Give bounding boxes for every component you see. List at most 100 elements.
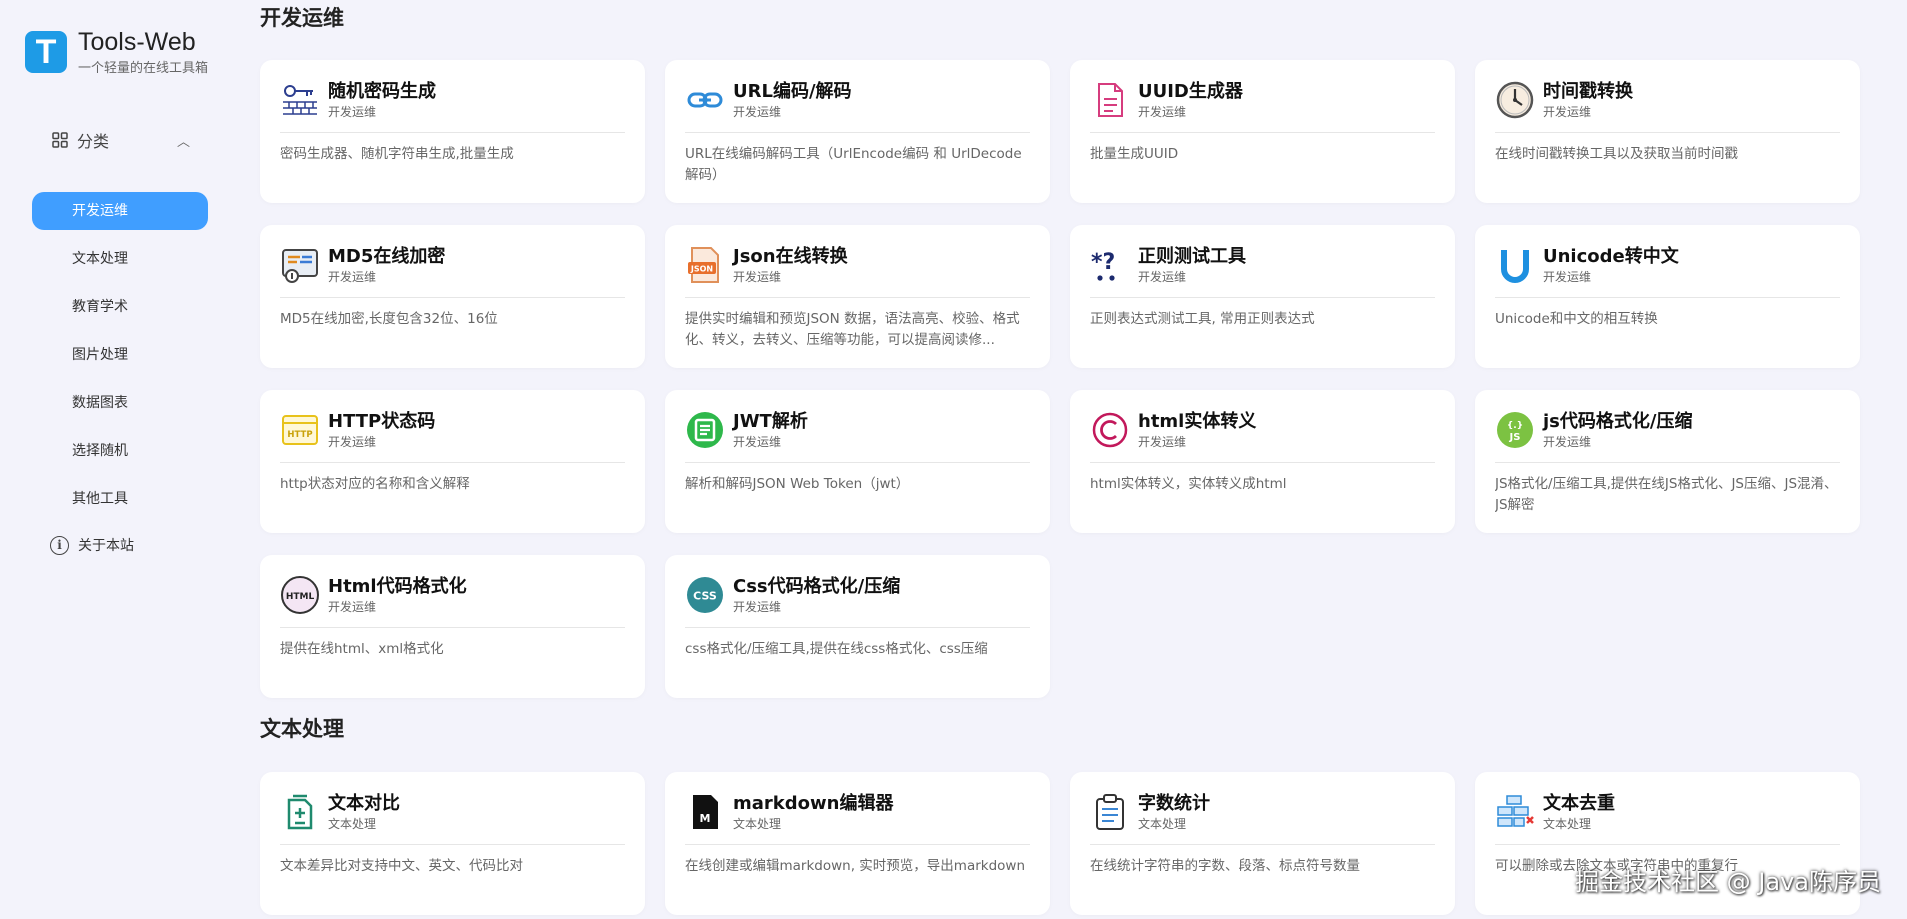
tool-card-header: Unicode转中文 开发运维 xyxy=(1495,245,1840,298)
tool-card-header: 时间戳转换 开发运维 xyxy=(1495,80,1840,133)
svg-text:{.}: {.} xyxy=(1507,421,1523,431)
markdown-icon: M xyxy=(685,792,725,832)
tool-name: URL编码/解码 xyxy=(733,81,852,102)
svg-text:CSS: CSS xyxy=(693,590,717,603)
encrypt-icon xyxy=(280,245,320,285)
app-subtitle: 一个轻量的在线工具箱 xyxy=(78,61,209,76)
about-label: 关于本站 xyxy=(78,538,134,554)
tool-name: 随机密码生成 xyxy=(328,81,436,102)
grid-icon xyxy=(52,132,68,148)
tool-category: 开发运维 xyxy=(733,270,782,284)
tool-category: 开发运维 xyxy=(1138,105,1187,119)
sidebar-item-charts[interactable]: 数据图表 xyxy=(32,384,208,422)
tool-name: 正则测试工具 xyxy=(1138,246,1246,267)
tool-description: http状态对应的名称和含义解释 xyxy=(280,476,470,492)
tool-card[interactable]: UUID生成器 开发运维 批量生成UUID xyxy=(1070,60,1455,203)
js-icon: {.} JS xyxy=(1495,410,1535,450)
tool-category: 开发运维 xyxy=(733,435,782,449)
sidebar-item-other[interactable]: 其他工具 xyxy=(32,480,208,518)
tool-description: 提供实时编辑和预览JSON 数据，语法高亮、校验、格式化、转义，去转义、压缩等功… xyxy=(685,311,1020,348)
tool-description: 在线时间戳转换工具以及获取当前时间戳 xyxy=(1495,146,1738,162)
diff-icon xyxy=(280,792,320,832)
clock-icon xyxy=(1495,80,1535,120)
tool-card-header: *? 正则测试工具开发运维 xyxy=(1090,245,1435,298)
tool-category: 开发运维 xyxy=(1138,270,1187,284)
tool-card[interactable]: *? 正则测试工具 开发运维 正则表达式测试工具, 常用正则表达式 xyxy=(1070,225,1455,368)
tool-category: 文本处理 xyxy=(733,817,782,831)
svg-text:M: M xyxy=(700,812,711,825)
tool-card[interactable]: URL编码/解码 开发运维 URL在线编码解码工具（UrlEncode编码 和 Ur… xyxy=(665,60,1050,203)
tool-card-header: URL编码/解码开发运维 xyxy=(685,80,1030,133)
tool-name: JWT解析 xyxy=(733,411,808,432)
tool-card-header: HTML Html代码格式化开发运维 xyxy=(280,575,625,628)
tool-card-header: HTTP HTTP状态码开发运维 xyxy=(280,410,625,463)
tool-card[interactable]: 时间戳转换 开发运维在线时间戳转换工具以及获取当前时间戳 xyxy=(1475,60,1860,203)
tool-name: Unicode转中文 xyxy=(1543,246,1679,267)
category-label: 分类 xyxy=(77,132,110,151)
sidebar-item-image[interactable]: 图片处理 xyxy=(32,336,208,374)
tool-name: MD5在线加密 xyxy=(328,246,446,267)
tool-category: 开发运维 xyxy=(1138,435,1187,449)
tool-card[interactable]: Mmarkdown编辑器 文本处理 在线创建或编辑markdown, 实时预览，导出… xyxy=(665,772,1050,915)
svg-text:HTML: HTML xyxy=(286,592,315,602)
tool-card[interactable]: html实体转义开发运维 html实体转义，实体转义成html xyxy=(1070,390,1455,533)
tool-category: 文本处理 xyxy=(328,817,377,831)
sidebar-item-text[interactable]: 文本处理 xyxy=(32,240,208,278)
tool-card-header: html实体转义开发运维 xyxy=(1090,410,1435,463)
tool-description: MD5在线加密,长度包含32位、16位 xyxy=(280,311,498,327)
tool-card[interactable]: 文本对比 文本处理 文本差异比对支持中文、英文、代码比对 xyxy=(260,772,645,915)
tool-card-header: UUID生成器 开发运维 xyxy=(1090,80,1435,133)
svg-text:*?: *? xyxy=(1091,250,1115,275)
tool-category: 开发运维 xyxy=(328,270,377,284)
sidebar-item-random[interactable]: 选择随机 xyxy=(32,432,208,470)
link-icon xyxy=(685,80,725,120)
html-icon: HTML xyxy=(280,575,320,615)
tool-card-header: 文本对比 文本处理 xyxy=(280,792,625,845)
tool-category: 开发运维 xyxy=(328,105,377,119)
tool-card[interactable]: HTTP HTTP状态码开发运维 http状态对应的名称和含义解释 xyxy=(260,390,645,533)
password-icon xyxy=(280,80,320,120)
category-nav: 开发运维 文本处理 教育学术 图片处理 数据图表 选择随机 其他工具 xyxy=(32,192,208,528)
logo-icon: T xyxy=(25,31,67,73)
tool-card-header: CSS Css代码格式化/压缩 开发运维 xyxy=(685,575,1030,628)
tool-card[interactable]: CSS Css代码格式化/压缩 开发运维 css格式化/压缩工具,提供在线css格式化… xyxy=(665,555,1050,698)
tool-card[interactable]: {.} JS js代码格式化/压缩 开发运维 JS格式化/压缩工具,提供在线JS格式化、… xyxy=(1475,390,1860,533)
tool-card[interactable]: JSON Json在线转换 开发运维 提供实时编辑和预览JSON 数据，语法高亮、校验… xyxy=(665,225,1050,368)
tool-card[interactable]: MD5在线加密开发运维 MD5在线加密,长度包含32位、16位 xyxy=(260,225,645,368)
tool-category: 文本处理 xyxy=(1543,817,1592,831)
jwt-icon xyxy=(685,410,725,450)
tool-category: 开发运维 xyxy=(733,105,782,119)
tool-name: HTTP状态码 xyxy=(328,411,436,432)
tool-card[interactable]: 随机密码生成 开发运维 密码生成器、随机字符串生成,批量生成 xyxy=(260,60,645,203)
copyright-icon xyxy=(1090,410,1130,450)
clipboard-icon xyxy=(1090,792,1130,832)
tool-category: 开发运维 xyxy=(328,435,377,449)
tool-card[interactable]: JWT解析 开发运维 解析和解码JSON Web Token（jwt） xyxy=(665,390,1050,533)
info-icon: i xyxy=(50,535,69,555)
tool-description: Unicode和中文的相互转换 xyxy=(1495,311,1658,327)
tool-category: 开发运维 xyxy=(328,600,377,614)
tool-name: 时间戳转换 xyxy=(1543,81,1633,102)
tool-description: 在线统计字符串的字数、段落、标点符号数量 xyxy=(1090,858,1360,874)
tool-card-header: MD5在线加密开发运维 xyxy=(280,245,625,298)
section-title-text: 文本处理 xyxy=(260,717,344,741)
tool-category: 文本处理 xyxy=(1138,817,1187,831)
app-title: Tools-Web xyxy=(78,28,196,56)
logo[interactable]: T Tools-Web 一个轻量的在线工具箱 xyxy=(25,28,208,76)
tool-card[interactable]: 字数统计 文本处理 在线统计字符串的字数、段落、标点符号数量 xyxy=(1070,772,1455,915)
tool-description: css格式化/压缩工具,提供在线css格式化、css压缩 xyxy=(685,641,988,657)
category-menu-toggle[interactable]: 分类 ︿ xyxy=(52,128,190,152)
http-icon: HTTP xyxy=(280,410,320,450)
sidebar-item-devops[interactable]: 开发运维 xyxy=(32,192,208,230)
tool-card[interactable]: HTML Html代码格式化 开发运维 提供在线html、xml格式化 xyxy=(260,555,645,698)
svg-text:HTTP: HTTP xyxy=(287,430,312,440)
tool-name: html实体转义 xyxy=(1138,411,1257,432)
tool-card-header: 文本去重 文本处理 xyxy=(1495,792,1840,845)
tool-description: html实体转义，实体转义成html xyxy=(1090,476,1287,492)
sidebar-item-education[interactable]: 教育学术 xyxy=(32,288,208,326)
tool-name: 文本去重 xyxy=(1543,793,1615,814)
chevron-up-icon: ︿ xyxy=(176,134,190,150)
tool-card[interactable]: Unicode转中文 开发运维 Unicode和中文的相互转换 xyxy=(1475,225,1860,368)
sidebar-item-about[interactable]: i 关于本站 xyxy=(50,535,134,555)
tool-name: Html代码格式化 xyxy=(328,576,467,597)
